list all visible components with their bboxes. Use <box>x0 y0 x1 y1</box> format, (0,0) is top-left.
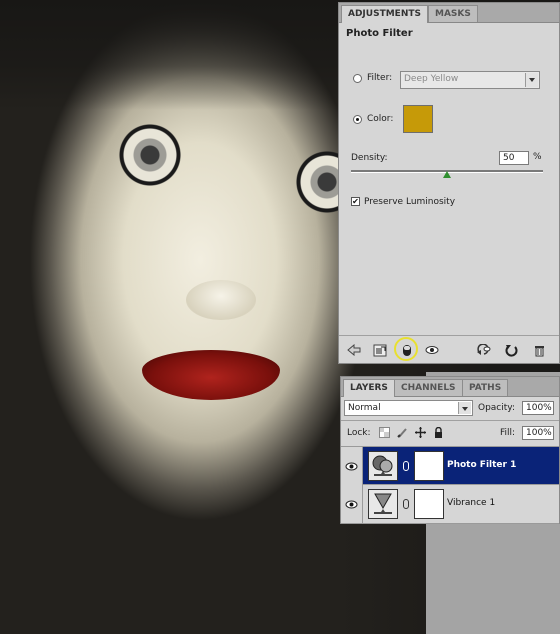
color-swatch[interactable] <box>403 105 433 133</box>
panel-title: Photo Filter <box>346 28 413 39</box>
layers-panel: LAYERS CHANNELS PATHS Normal Opacity: 10… <box>340 376 560 524</box>
highlight-ring <box>394 337 418 361</box>
tab-adjustments[interactable]: ADJUSTMENTS <box>341 5 428 23</box>
layer-mask-thumbnail[interactable] <box>414 451 444 481</box>
tab-masks[interactable]: MASKS <box>428 5 478 22</box>
adjustments-tabbar: ADJUSTMENTS MASKS <box>339 3 559 23</box>
eye-icon <box>345 462 358 470</box>
left-eye <box>110 120 190 190</box>
lock-position-move-icon[interactable] <box>414 426 426 438</box>
color-label: Color: <box>367 114 394 124</box>
red-lips <box>142 350 280 400</box>
view-previous-icon[interactable] <box>476 342 492 358</box>
filter-dropdown-value: Deep Yellow <box>404 74 459 84</box>
opacity-label: Opacity: <box>478 403 515 413</box>
chevron-down-icon <box>525 73 538 87</box>
tab-layers[interactable]: LAYERS <box>343 379 395 397</box>
tab-channels[interactable]: CHANNELS <box>394 379 463 396</box>
chevron-down-icon <box>458 402 471 414</box>
layers-tabbar: LAYERS CHANNELS PATHS <box>341 377 559 397</box>
layer-name[interactable]: Vibrance 1 <box>447 498 495 508</box>
layer-mask-thumbnail[interactable] <box>414 489 444 519</box>
opacity-input[interactable]: 100% <box>522 401 554 415</box>
lock-all-icon[interactable] <box>432 426 444 438</box>
layer-name[interactable]: Photo Filter 1 <box>447 460 516 470</box>
lock-transparent-icon[interactable] <box>378 426 390 438</box>
preserve-luminosity-label: Preserve Luminosity <box>364 197 456 207</box>
lock-label: Lock: <box>347 428 371 438</box>
layer-link-icon[interactable] <box>403 499 409 509</box>
nose <box>186 280 256 320</box>
filter-radio[interactable] <box>353 74 362 83</box>
density-slider-thumb[interactable] <box>443 171 451 178</box>
fill-label: Fill: <box>500 428 516 438</box>
layer-visibility-toggle[interactable] <box>341 485 363 523</box>
visibility-eye-icon[interactable] <box>424 342 440 358</box>
layer-row-photo-filter[interactable]: Photo Filter 1 <box>341 446 559 485</box>
density-input[interactable]: 50 <box>499 151 529 165</box>
fill-input[interactable]: 100% <box>522 426 554 440</box>
layers-divider <box>341 420 559 421</box>
vibrance-icon <box>368 489 398 519</box>
eye-icon <box>345 500 358 508</box>
tab-paths[interactable]: PATHS <box>462 379 509 396</box>
reset-icon[interactable] <box>503 342 519 358</box>
layer-visibility-toggle[interactable] <box>341 447 363 485</box>
layer-link-icon[interactable] <box>403 461 409 471</box>
filter-label: Filter: <box>367 73 393 83</box>
color-radio[interactable] <box>353 115 362 124</box>
expand-view-icon[interactable] <box>372 342 388 358</box>
filter-dropdown[interactable]: Deep Yellow <box>400 71 540 89</box>
adjustments-panel: ADJUSTMENTS MASKS Photo Filter Filter: D… <box>338 2 560 364</box>
checkmark-icon: ✔ <box>352 197 359 206</box>
toolbar-divider <box>339 335 559 336</box>
trash-icon[interactable] <box>531 342 547 358</box>
photo-filter-icon <box>368 451 398 481</box>
lock-image-brush-icon[interactable] <box>396 426 408 438</box>
density-unit: % <box>533 152 542 162</box>
blend-mode-dropdown[interactable]: Normal <box>344 400 473 416</box>
layer-row-vibrance[interactable]: Vibrance 1 <box>341 485 559 524</box>
blend-mode-value: Normal <box>348 403 381 413</box>
density-label: Density: <box>351 153 388 163</box>
preserve-luminosity-checkbox[interactable]: ✔ <box>351 197 360 206</box>
back-arrow-icon[interactable] <box>346 342 362 358</box>
